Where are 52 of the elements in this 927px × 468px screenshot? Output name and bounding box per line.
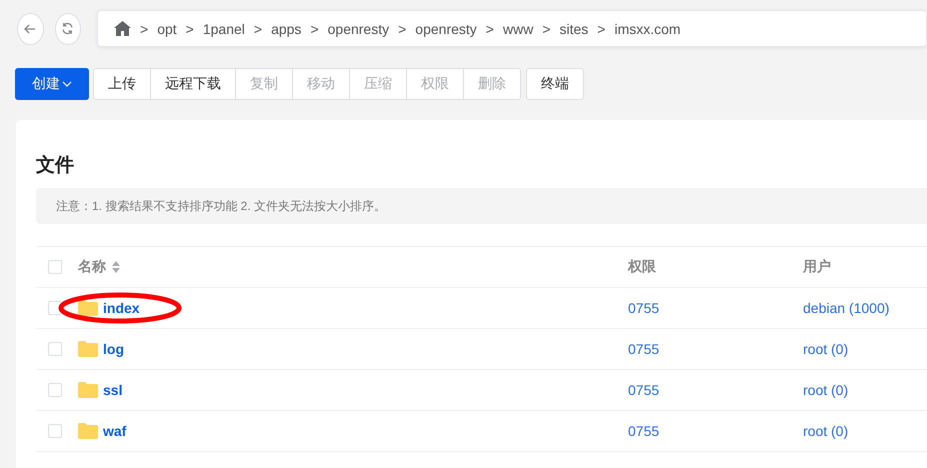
owner-link[interactable]: debian (1000)	[803, 300, 890, 316]
path-segment[interactable]: openresty	[415, 20, 477, 36]
owner-link[interactable]: root (0)	[803, 382, 848, 398]
path-segment[interactable]: apps	[271, 20, 302, 36]
path-separator: >	[140, 20, 148, 36]
toolbar-button[interactable]: 远程下载	[150, 68, 236, 100]
row-checkbox[interactable]	[48, 424, 62, 438]
row-checkbox[interactable]	[48, 342, 62, 356]
path-separator: >	[254, 20, 262, 36]
card-title: 文件	[36, 154, 74, 178]
owner-link[interactable]: root (0)	[803, 423, 848, 439]
path-segment[interactable]: sites	[560, 20, 588, 36]
permission-link[interactable]: 0755	[628, 300, 660, 316]
folder-icon	[78, 423, 98, 439]
path-separator: >	[310, 20, 319, 36]
folder-icon	[78, 382, 98, 398]
path-separator: >	[597, 20, 606, 36]
path-separator: >	[398, 20, 406, 36]
create-dropdown-button[interactable]: 创建	[15, 68, 89, 100]
folder-name-link[interactable]: ssl	[103, 382, 122, 398]
back-button[interactable]	[17, 12, 44, 44]
permission-link[interactable]: 0755	[628, 423, 660, 439]
column-header[interactable]: 名称	[78, 258, 106, 276]
toolbar-button[interactable]: 上传	[93, 68, 151, 100]
notice-text: 注意：1. 搜索结果不支持排序功能 2. 文件夹无法按大小排序。	[56, 198, 386, 214]
permission-link[interactable]: 0755	[628, 341, 660, 357]
permission-link[interactable]: 0755	[628, 382, 660, 398]
folder-icon	[78, 300, 98, 316]
toolbar-button[interactable]: 终端	[526, 68, 584, 100]
column-header: 用户	[803, 258, 831, 276]
sort-icon[interactable]	[111, 261, 121, 273]
folder-name-link[interactable]: log	[103, 341, 124, 357]
refresh-icon	[61, 22, 74, 35]
path-segment[interactable]: www	[502, 20, 534, 36]
path-segment[interactable]: imsxx.com	[614, 20, 681, 36]
home-icon[interactable]	[114, 21, 131, 36]
path-segment[interactable]: openresty	[328, 20, 390, 36]
path-separator: >	[542, 20, 550, 36]
back-arrow-icon	[24, 22, 36, 34]
folder-name-link[interactable]: waf	[103, 423, 126, 439]
path-separator: >	[186, 20, 194, 36]
refresh-button[interactable]	[54, 12, 81, 44]
owner-link[interactable]: root (0)	[803, 341, 848, 357]
folder-icon	[78, 341, 98, 357]
row-checkbox[interactable]	[48, 383, 62, 397]
path-separator: >	[486, 20, 494, 36]
select-all-checkbox[interactable]	[48, 260, 62, 274]
folder-name-link[interactable]: index	[103, 300, 140, 316]
path-segment[interactable]: opt	[157, 20, 177, 36]
path-segment[interactable]: 1panel	[202, 20, 245, 36]
caret-icon	[62, 81, 72, 87]
column-header: 权限	[628, 258, 656, 276]
